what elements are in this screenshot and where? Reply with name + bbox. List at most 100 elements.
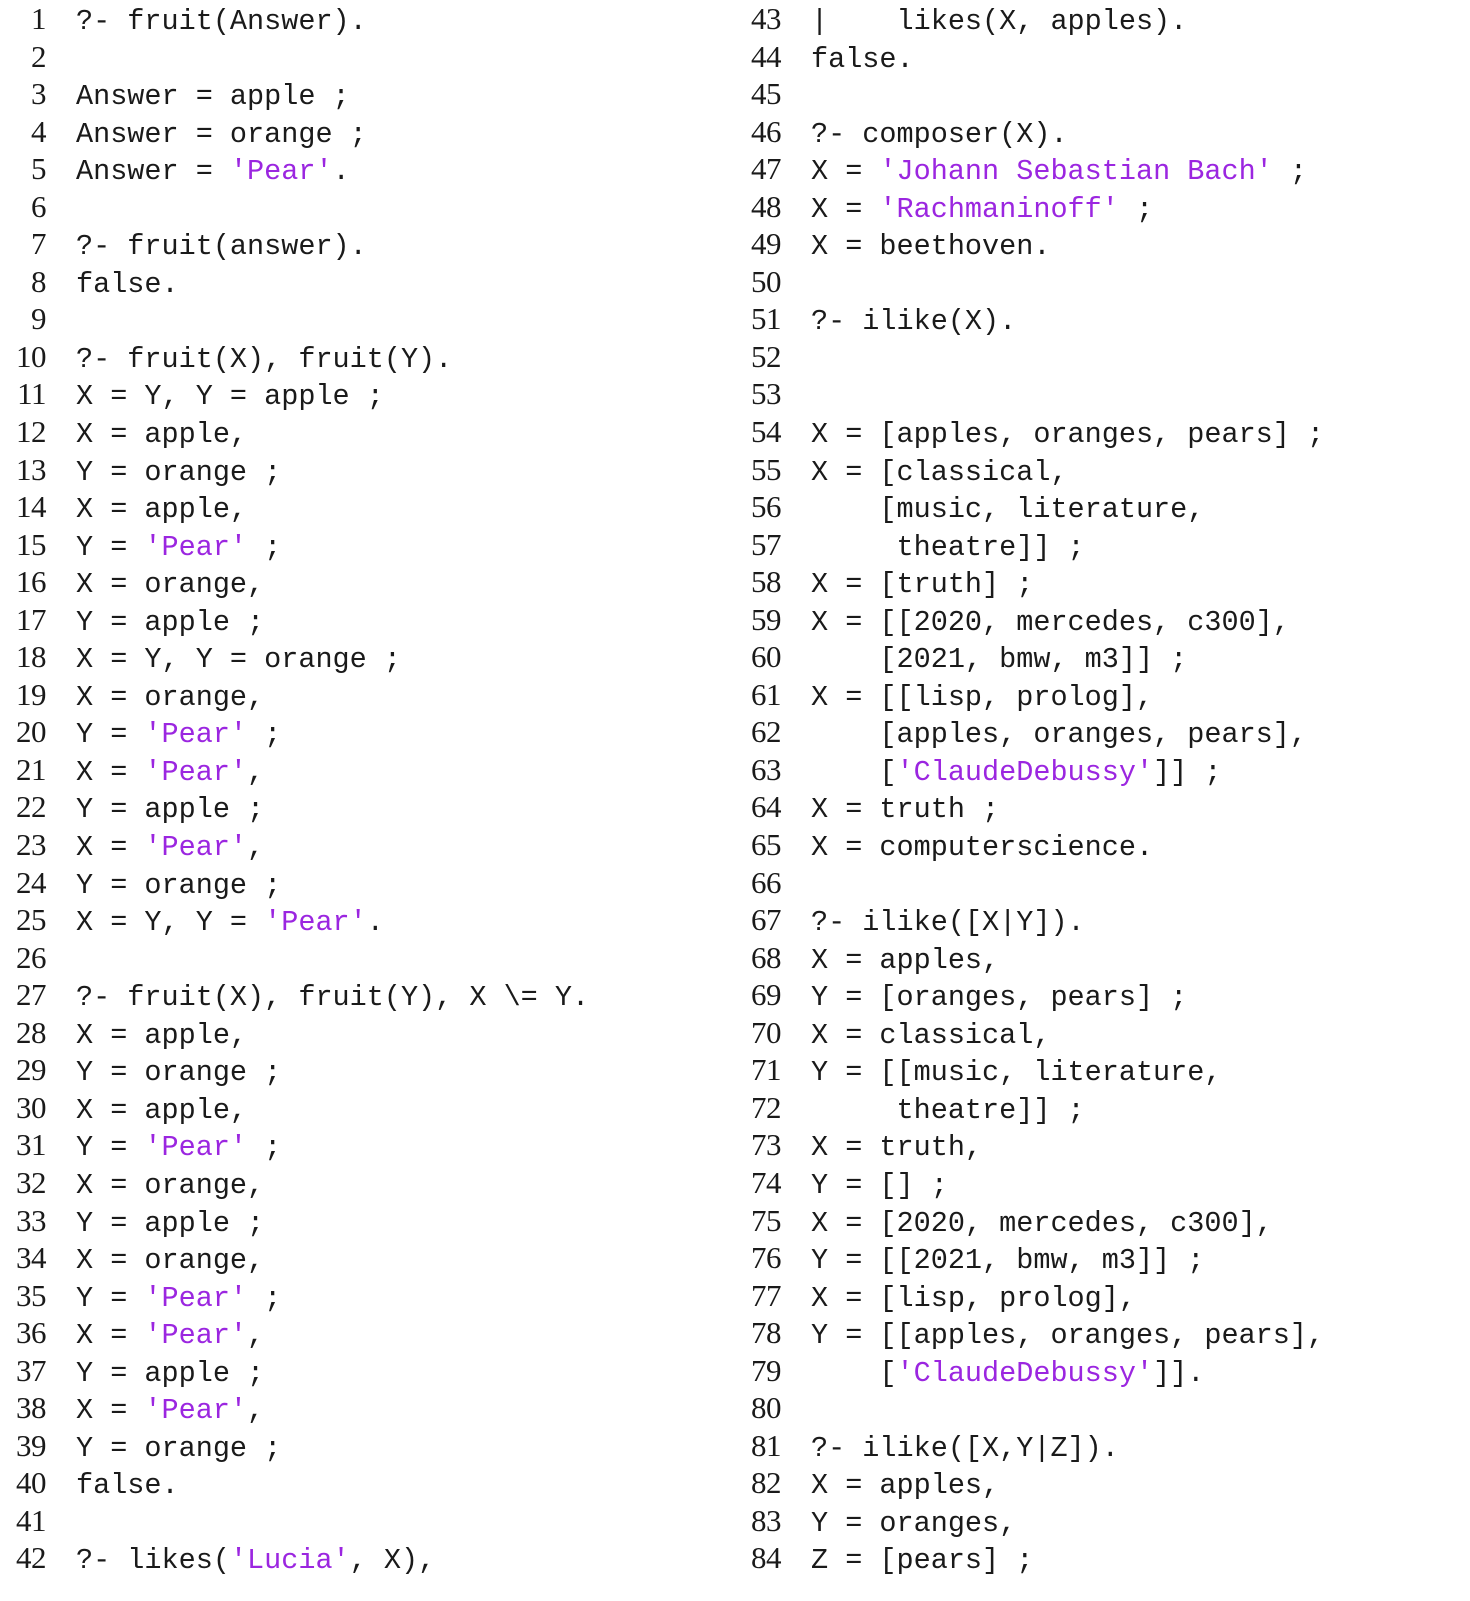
code-line: 51 ?- ilike(X). — [735, 300, 1470, 338]
code-line: 29 Y = orange ; — [0, 1051, 735, 1089]
code-text: ['ClaudeDebussy']]. — [781, 1355, 1204, 1393]
code-line: 32 X = orange, — [0, 1164, 735, 1202]
line-number: 3 — [31, 76, 47, 112]
code-text: X = 'Pear', — [46, 829, 264, 867]
code-token: , — [247, 1319, 265, 1353]
code-text: X = orange, — [46, 1167, 264, 1205]
code-token: Y = — [76, 1281, 145, 1315]
code-line: 74 Y = [] ; — [735, 1164, 1470, 1202]
line-number: 12 — [16, 414, 47, 450]
code-token: . — [332, 155, 350, 189]
line-number: 37 — [16, 1352, 47, 1388]
code-token: X = [[2020, mercedes, c300], — [811, 605, 1290, 639]
line-number: 62 — [751, 714, 782, 750]
code-text: false. — [46, 1467, 179, 1505]
line-number: 69 — [751, 977, 782, 1013]
code-line: 76 Y = [[2021, bmw, m3]] ; — [735, 1239, 1470, 1277]
code-text: X = apple, — [46, 1017, 247, 1055]
code-line: 78 Y = [[apples, oranges, pears], — [735, 1314, 1470, 1352]
line-number: 35 — [16, 1277, 47, 1313]
code-line: 16 X = orange, — [0, 563, 735, 601]
code-token: ?- ilike(X). — [811, 305, 1017, 339]
code-token: X = [apples, oranges, pears] ; — [811, 418, 1325, 452]
code-token: X = — [76, 831, 145, 865]
code-token: X = computerscience. — [811, 831, 1154, 865]
code-token: [music, literature, — [811, 493, 1205, 527]
line-number: 70 — [751, 1014, 782, 1050]
code-token: ?- composer(X). — [811, 117, 1068, 151]
line-number: 72 — [751, 1089, 782, 1125]
line-number: 80 — [751, 1390, 782, 1426]
code-token: ; — [247, 530, 282, 564]
code-token: ?- fruit(answer). — [76, 230, 367, 264]
code-token: Y = apple ; — [76, 1356, 265, 1390]
code-token: X = truth ; — [811, 793, 1000, 827]
code-line: 77 X = [lisp, prolog], — [735, 1277, 1470, 1315]
line-number: 54 — [751, 414, 782, 450]
line-number: 73 — [751, 1127, 782, 1163]
quoted-atom-token: 'Pear' — [144, 718, 248, 752]
code-token: Y = apple ; — [76, 1206, 265, 1240]
line-number: 4 — [31, 113, 47, 149]
line-number: 60 — [751, 639, 782, 675]
code-token: X = [[lisp, prolog], — [811, 680, 1154, 714]
code-token: false. — [811, 42, 914, 76]
line-number: 15 — [16, 526, 47, 562]
line-number: 55 — [751, 451, 782, 487]
code-line: 27 ?- fruit(X), fruit(Y), X \= Y. — [0, 976, 735, 1014]
code-token: Y = oranges, — [811, 1506, 1017, 1540]
code-line: 73 X = truth, — [735, 1126, 1470, 1164]
code-token: | likes(X, apples). — [811, 5, 1188, 38]
line-number: 46 — [751, 113, 782, 149]
code-text: X = apple, — [46, 416, 247, 454]
code-text: X = [[lisp, prolog], — [781, 679, 1153, 717]
code-token: , — [247, 755, 265, 789]
code-text: X = Y, Y = apple ; — [46, 378, 384, 416]
line-number: 8 — [31, 263, 47, 299]
code-line: 7 ?- fruit(answer). — [0, 225, 735, 263]
code-token: ; — [247, 718, 282, 752]
code-text: ?- ilike([X|Y]). — [781, 904, 1085, 942]
code-token: X = Y, Y = — [76, 906, 265, 940]
code-line: 3 Answer = apple ; — [0, 75, 735, 113]
code-line: 41 — [0, 1502, 735, 1540]
code-text: Y = [[apples, oranges, pears], — [781, 1317, 1324, 1355]
line-number: 40 — [16, 1465, 47, 1501]
code-text: Y = [] ; — [781, 1167, 948, 1205]
code-line: 33 Y = apple ; — [0, 1202, 735, 1240]
code-line: 48 X = 'Rachmaninoff' ; — [735, 188, 1470, 226]
code-token: X = [lisp, prolog], — [811, 1281, 1136, 1315]
code-line: 62 [apples, oranges, pears], — [735, 713, 1470, 751]
code-token: X = Y, Y = apple ; — [76, 380, 384, 414]
code-line: 43 | likes(X, apples). — [735, 0, 1470, 38]
line-number: 61 — [751, 676, 782, 712]
code-line: 14 X = apple, — [0, 488, 735, 526]
quoted-atom-token: 'Pear' — [144, 831, 248, 865]
code-text: Y = apple ; — [46, 1355, 264, 1393]
code-text: X = orange, — [46, 679, 264, 717]
code-line: 71 Y = [[music, literature, — [735, 1051, 1470, 1089]
code-line: 54 X = [apples, oranges, pears] ; — [735, 413, 1470, 451]
line-number: 38 — [16, 1390, 47, 1426]
quoted-atom-token: 'Pear' — [144, 1131, 248, 1165]
code-text: false. — [46, 266, 179, 304]
quoted-atom-token: 'Lucia' — [229, 1544, 350, 1578]
quoted-atom-token: 'ClaudeDebussy' — [896, 1356, 1154, 1390]
code-line: 42 ?- likes('Lucia', X), — [0, 1539, 735, 1577]
code-line: 58 X = [truth] ; — [735, 563, 1470, 601]
code-line: 1 ?- fruit(Answer). — [0, 0, 735, 38]
line-number: 5 — [31, 151, 47, 187]
code-token: X = — [76, 1319, 145, 1353]
code-token: ?- fruit(X), fruit(Y). — [76, 342, 453, 376]
code-text: X = classical, — [781, 1017, 1050, 1055]
two-column-code-layout: 1 ?- fruit(Answer). 2 3 Answer = apple ; 4 Ans… — [0, 0, 1470, 1601]
code-line: 84 Z = [pears] ; — [735, 1539, 1470, 1577]
line-number: 9 — [31, 301, 47, 337]
quoted-atom-token: 'Pear' — [264, 906, 367, 940]
code-transcript-page: 1 ?- fruit(Answer). 2 3 Answer = apple ; 4 Ans… — [0, 0, 1470, 1601]
code-line: 2 — [0, 38, 735, 76]
code-token: [apples, oranges, pears], — [811, 718, 1307, 752]
line-number: 71 — [751, 1052, 782, 1088]
code-text: Y = [[music, literature, — [781, 1054, 1221, 1092]
code-token: [ — [811, 755, 897, 789]
